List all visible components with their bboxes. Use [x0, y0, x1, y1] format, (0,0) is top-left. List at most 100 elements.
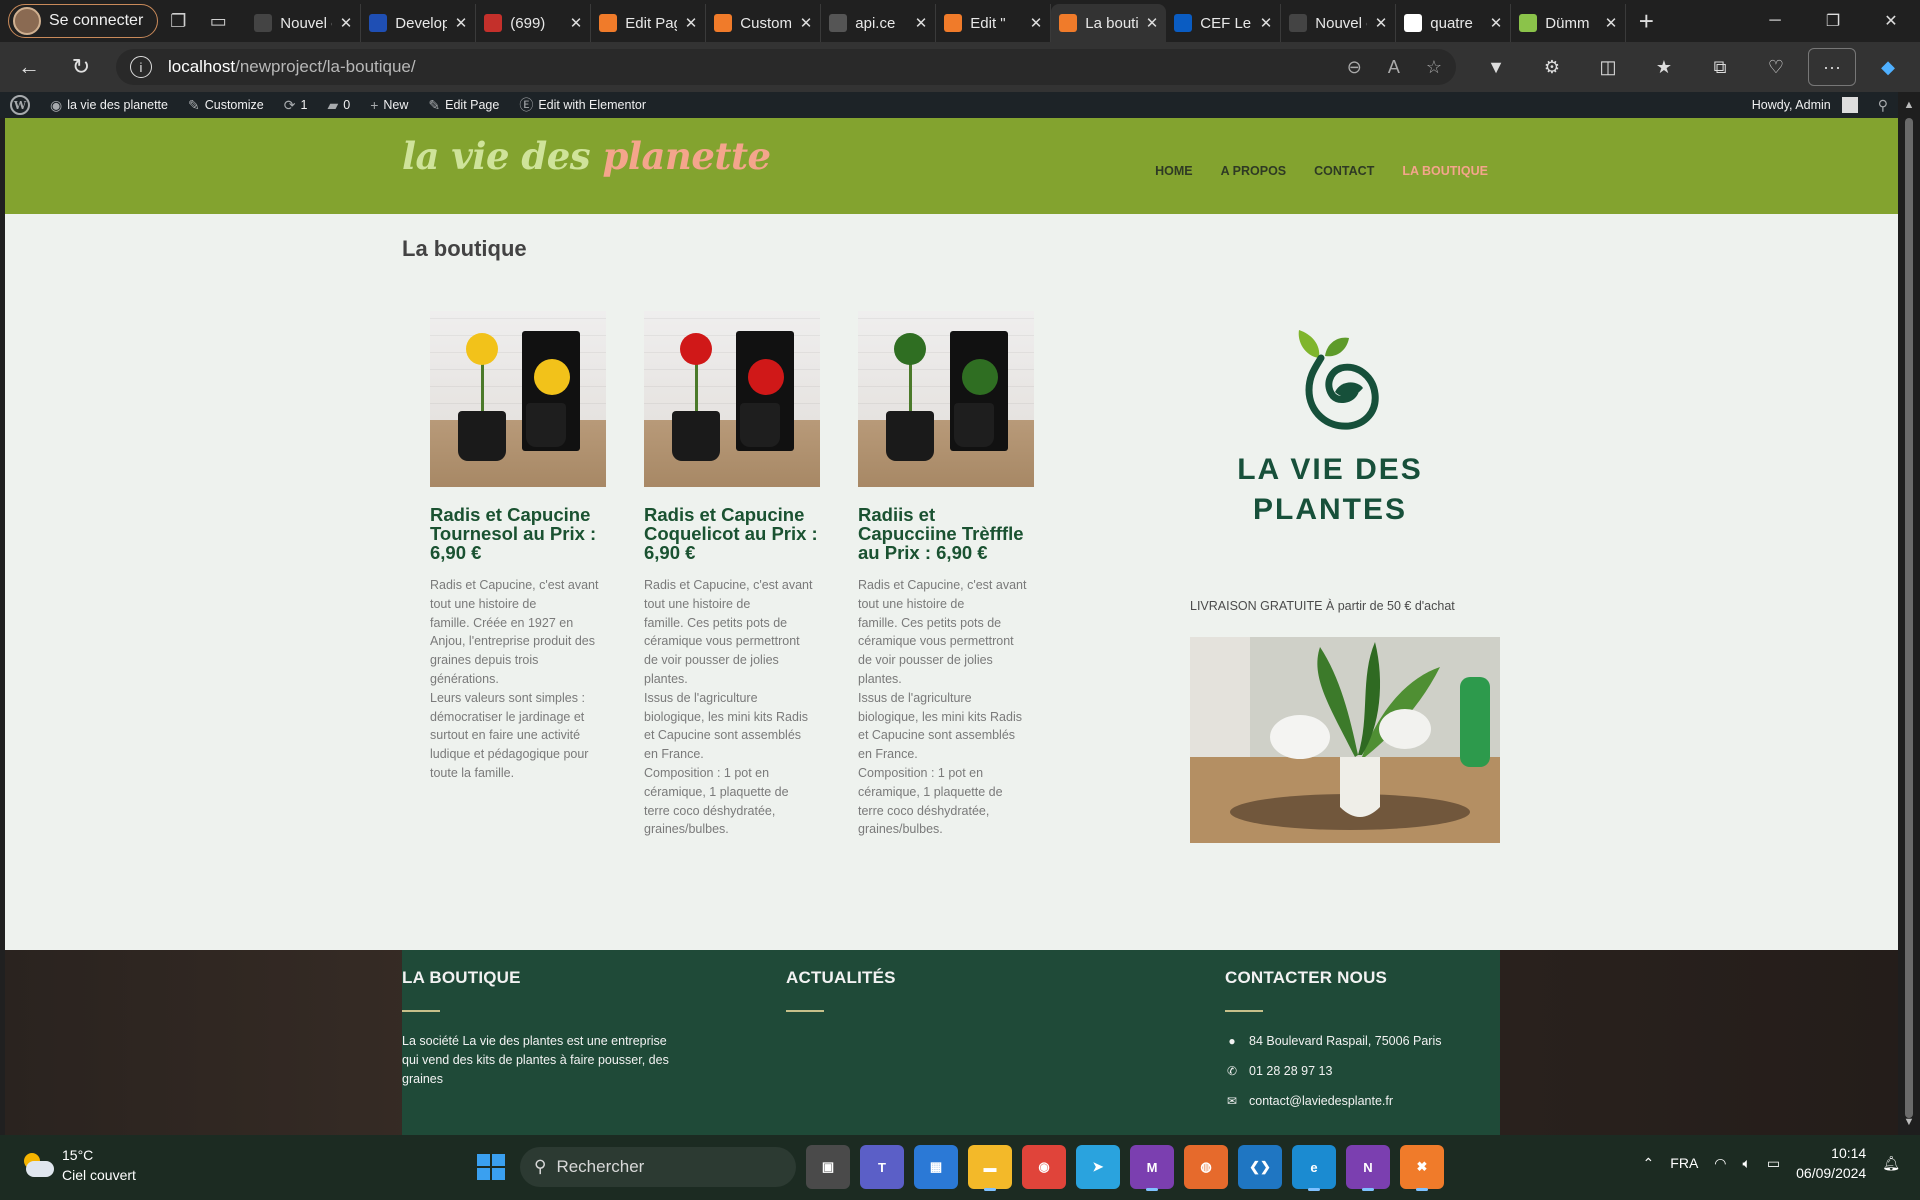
close-window-button[interactable]: ✕ — [1862, 0, 1920, 42]
zoom-icon[interactable]: ⊖ — [1347, 57, 1362, 78]
onenote-icon[interactable]: N — [1346, 1145, 1390, 1191]
chevron-up-icon[interactable]: ⌃ — [1643, 1155, 1655, 1172]
product-title[interactable]: Radiis et Capucciine Trèfffle au Prix : … — [858, 505, 1034, 562]
taskbar-search[interactable]: ⚲ Rechercher — [520, 1147, 796, 1187]
close-tab-icon[interactable]: ✕ — [685, 14, 698, 32]
wp-elementor-link[interactable]: Ⓔ Edit with Elementor — [509, 92, 656, 118]
product-image[interactable] — [644, 311, 820, 487]
scroll-up-icon[interactable]: ▲ — [1898, 96, 1920, 114]
close-tab-icon[interactable]: ✕ — [1260, 14, 1273, 32]
start-icon[interactable] — [470, 1147, 510, 1187]
weather-widget[interactable]: 15°C Ciel couvert — [20, 1145, 136, 1185]
nav-a-propos[interactable]: A PROPOS — [1221, 164, 1287, 178]
browser-tab[interactable]: Developer ✕ — [361, 4, 477, 42]
browser-tab[interactable]: Nouvel onglet ✕ — [246, 4, 362, 42]
chrome-icon[interactable]: ◉ — [1022, 1145, 1066, 1189]
firefox-icon[interactable]: ◍ — [1184, 1145, 1228, 1189]
site-info-icon[interactable]: i — [130, 56, 152, 78]
wp-new-link[interactable]: + New — [360, 92, 418, 118]
scroll-down-icon[interactable]: ▼ — [1898, 1113, 1920, 1131]
teams-icon[interactable]: T — [860, 1145, 904, 1189]
store-icon[interactable]: ▦ — [914, 1145, 958, 1189]
wp-updates-link[interactable]: ⟳ 1 — [274, 92, 318, 118]
edge-icon[interactable]: e — [1292, 1145, 1336, 1191]
site-logo[interactable]: la vie des planette — [402, 134, 771, 178]
copilot-icon[interactable]: ◆ — [1864, 48, 1912, 86]
profile-button[interactable]: Se connecter — [8, 4, 159, 38]
more-menu-icon[interactable]: ··· — [1808, 48, 1856, 86]
collections-icon[interactable]: ⧉ — [1696, 48, 1744, 86]
close-tab-icon[interactable]: ✕ — [340, 14, 353, 32]
refresh-icon[interactable]: ↻ — [58, 47, 104, 87]
restore-button[interactable]: ❐ — [1804, 0, 1862, 42]
new-tab-button[interactable]: + — [1626, 6, 1666, 37]
wp-logo-menu[interactable]: W — [0, 92, 40, 118]
extension-v-icon[interactable]: ▼ — [1472, 48, 1520, 86]
product-image[interactable] — [858, 311, 1034, 487]
wp-account-menu[interactable]: Howdy, Admin — [1742, 92, 1868, 118]
health-icon[interactable]: ♡ — [1752, 48, 1800, 86]
product-title[interactable]: Radis et Capucine Coquelicot au Prix : 6… — [644, 505, 820, 562]
close-tab-icon[interactable]: ✕ — [1030, 14, 1043, 32]
telegram-icon[interactable]: ➤ — [1076, 1145, 1120, 1189]
wifi-icon[interactable]: ◠ — [1714, 1155, 1726, 1172]
favorites-icon[interactable]: ★ — [1640, 48, 1688, 86]
vscode-icon[interactable]: ❮❯ — [1238, 1145, 1282, 1189]
extensions-icon[interactable]: ⚙ — [1528, 48, 1576, 86]
product-card: Radis et Capucine Coquelicot au Prix : 6… — [644, 311, 820, 839]
close-tab-icon[interactable]: ✕ — [455, 14, 468, 32]
nav-home[interactable]: HOME — [1155, 164, 1193, 178]
browser-tab[interactable]: Edit Page ✕ — [591, 4, 707, 42]
close-tab-icon[interactable]: ✕ — [1375, 14, 1388, 32]
wp-customize-link[interactable]: ✎ Customize — [178, 92, 274, 118]
contact-email[interactable]: ✉ contact@laviedesplante.fr — [1225, 1086, 1441, 1116]
contact-phone[interactable]: ✆ 01 28 28 97 13 — [1225, 1056, 1441, 1086]
browser-tab[interactable]: api.ce ✕ — [821, 4, 937, 42]
battery-icon[interactable]: ▭ — [1767, 1155, 1780, 1172]
wp-search-icon[interactable]: ⚲ — [1868, 92, 1898, 118]
language-indicator[interactable]: FRA — [1670, 1155, 1698, 1171]
product-title[interactable]: Radis et Capucine Tournesol au Prix : 6,… — [430, 505, 606, 562]
scroll-thumb[interactable] — [1905, 118, 1913, 1118]
split-screen-icon[interactable]: ◫ — [1584, 48, 1632, 86]
workspaces-icon[interactable]: ❐ — [158, 4, 198, 38]
browser-tab[interactable]: La boutique ✕ — [1051, 4, 1167, 42]
wp-edit-page-link[interactable]: ✎ Edit Page — [418, 92, 509, 118]
description-line: terre coco déshydratée, — [858, 803, 990, 818]
browser-tab[interactable]: Dümm ✕ — [1511, 4, 1627, 42]
weather-text: Ciel couvert — [62, 1167, 136, 1183]
wp-comments-link[interactable]: ▰ 0 — [317, 92, 360, 118]
browser-tab[interactable]: CEF Le ✕ — [1166, 4, 1282, 42]
avatar — [1841, 97, 1858, 113]
clock[interactable]: 10:14 06/09/2024 — [1796, 1143, 1866, 1183]
browser-tab[interactable]: (699) ✕ — [476, 4, 592, 42]
browser-tab[interactable]: Nouvel onglet ✕ — [1281, 4, 1397, 42]
nav-contact[interactable]: CONTACT — [1314, 164, 1374, 178]
notification-bell-icon[interactable]: 🔔︎ — [1882, 1155, 1900, 1172]
minimize-button[interactable]: ─ — [1746, 0, 1804, 42]
app-icon[interactable]: M — [1130, 1145, 1174, 1191]
browser-tab[interactable]: quatre ✕ — [1396, 4, 1512, 42]
favorite-star-icon[interactable]: ☆ — [1426, 57, 1442, 78]
xampp-icon[interactable]: ✖ — [1400, 1145, 1444, 1191]
tab-actions-icon[interactable]: ▭ — [198, 4, 238, 38]
read-aloud-icon[interactable]: A — [1388, 57, 1400, 78]
wp-site-link[interactable]: ◉ la vie des planette — [40, 92, 178, 118]
nav-la-boutique[interactable]: LA BOUTIQUE — [1402, 164, 1488, 178]
browser-tab[interactable]: Edit " ✕ — [936, 4, 1052, 42]
page-scrollbar[interactable]: ▲ ▼ — [1898, 92, 1920, 1135]
task-view-icon[interactable]: ▣ — [806, 1145, 850, 1189]
close-tab-icon[interactable]: ✕ — [915, 14, 928, 32]
back-icon[interactable]: ← — [6, 47, 52, 87]
close-tab-icon[interactable]: ✕ — [1490, 14, 1503, 32]
browser-tab[interactable]: Customize ✕ — [706, 4, 822, 42]
product-image[interactable] — [430, 311, 606, 487]
url-field[interactable]: i localhost/newproject/la-boutique/ ⊖ A … — [116, 49, 1456, 85]
close-tab-icon[interactable]: ✕ — [570, 14, 583, 32]
file-explorer-icon[interactable]: ▬ — [968, 1145, 1012, 1191]
close-tab-icon[interactable]: ✕ — [800, 14, 813, 32]
close-tab-icon[interactable]: ✕ — [1605, 14, 1618, 32]
volume-icon[interactable]: 🔈︎ — [1743, 1155, 1751, 1172]
close-tab-icon[interactable]: ✕ — [1146, 14, 1159, 32]
window-controls: ─ ❐ ✕ — [1746, 0, 1920, 42]
